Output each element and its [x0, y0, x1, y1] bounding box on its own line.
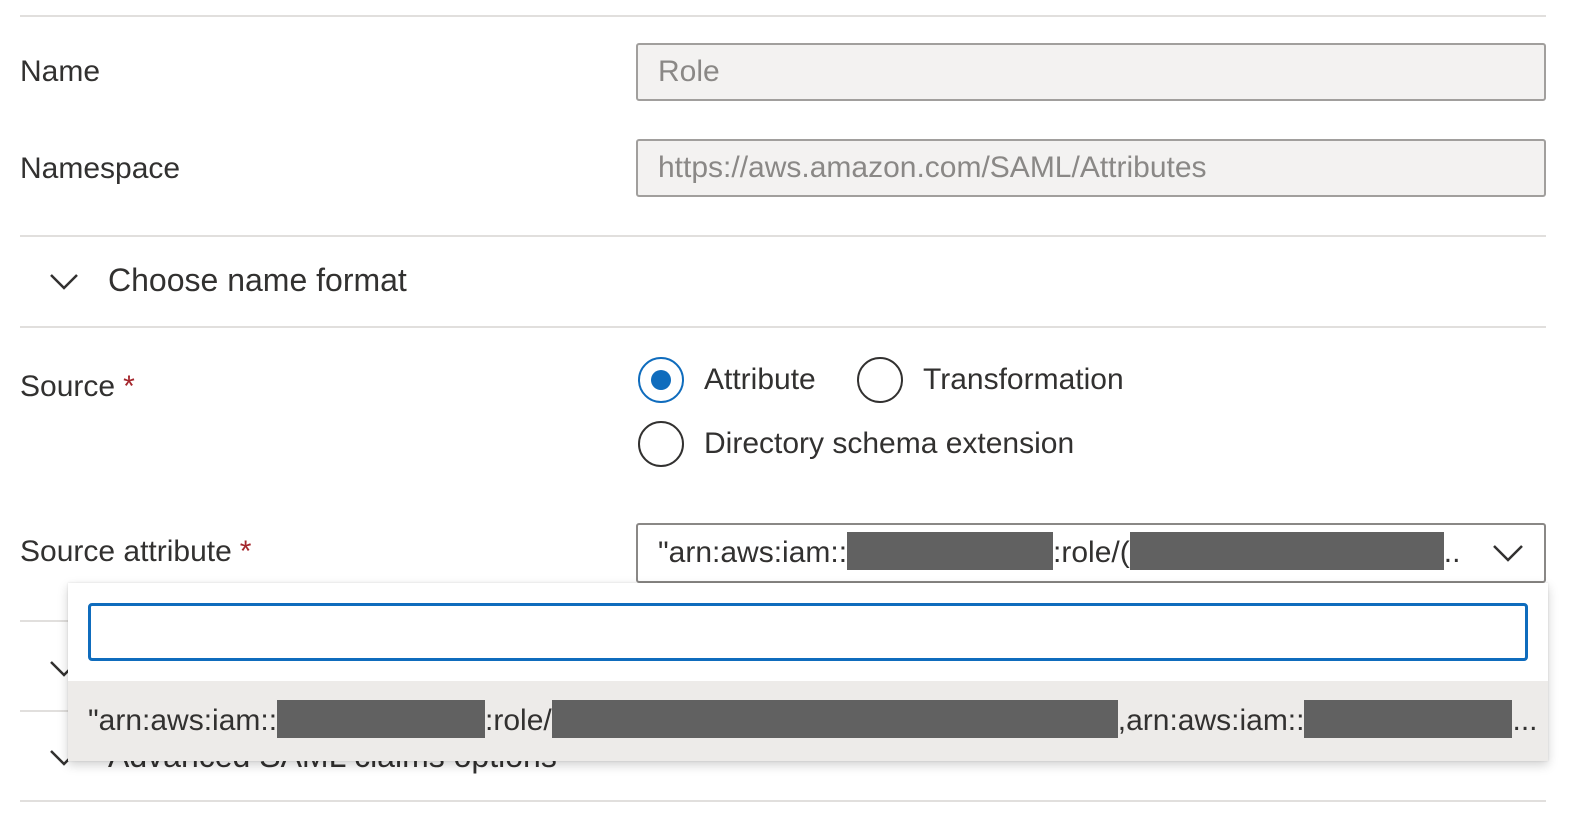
radio-directory-schema-extension-circle[interactable]	[638, 421, 684, 467]
namespace-label: Namespace	[20, 152, 181, 185]
divider-bottom	[20, 800, 1546, 802]
source-label: Source *	[20, 370, 135, 404]
radio-attribute-circle[interactable]	[638, 357, 684, 403]
radio-attribute[interactable]: Attribute	[638, 357, 816, 403]
name-field[interactable]: Role	[636, 43, 1546, 101]
radio-transformation[interactable]: Transformation	[857, 357, 1124, 403]
source-attribute-label-text: Source attribute	[20, 535, 232, 568]
radio-transformation-circle[interactable]	[857, 357, 903, 403]
redacted-account-id	[1304, 700, 1513, 739]
option-second-arn: ,arn:aws:iam::	[1117, 704, 1305, 737]
source-attribute-label: Source attribute *	[20, 535, 251, 569]
redacted-account-id	[847, 532, 1054, 571]
chevron-down-icon[interactable]	[1490, 537, 1526, 569]
option-ellipsis: ...	[1512, 704, 1538, 737]
option-prefix: "arn:aws:iam::	[88, 704, 278, 737]
source-attribute-dropdown: "arn:aws:iam:::role/ ,arn:aws:iam::...	[68, 583, 1548, 761]
radio-directory-schema-extension[interactable]: Directory schema extension	[638, 421, 1074, 467]
redacted-role-name	[1129, 532, 1444, 571]
divider-name-format-top	[20, 235, 1546, 237]
radio-attribute-label: Attribute	[704, 363, 816, 396]
option-role: :role/	[485, 704, 552, 737]
divider-top	[20, 15, 1546, 17]
selected-value-ellipsis: ..	[1443, 536, 1461, 569]
choose-name-format-toggle[interactable]: Choose name format	[46, 262, 407, 299]
dropdown-option[interactable]: "arn:aws:iam:::role/ ,arn:aws:iam::...	[68, 681, 1548, 761]
radio-directory-schema-extension-label: Directory schema extension	[704, 427, 1075, 460]
redacted-account-id	[277, 700, 486, 739]
selected-value-role: :role/(	[1053, 536, 1130, 569]
namespace-field[interactable]: https://aws.amazon.com/SAML/Attributes	[636, 139, 1546, 197]
required-mark: *	[123, 370, 135, 403]
selected-value-prefix: "arn:aws:iam::	[658, 536, 848, 569]
name-label: Name	[20, 55, 101, 88]
redacted-role-name	[551, 700, 1118, 739]
chevron-down-icon	[50, 273, 78, 290]
source-label-text: Source	[20, 370, 116, 403]
claim-editor-panel: Name Role Namespace https://aws.amazon.c…	[0, 0, 1590, 836]
dropdown-search-input[interactable]	[88, 603, 1528, 661]
required-mark: *	[239, 535, 252, 568]
divider-name-format-bottom	[20, 326, 1546, 328]
choose-name-format-title: Choose name format	[108, 262, 407, 298]
source-attribute-select[interactable]: "arn:aws:iam:::role/(..	[636, 523, 1546, 583]
radio-transformation-label: Transformation	[923, 363, 1124, 396]
